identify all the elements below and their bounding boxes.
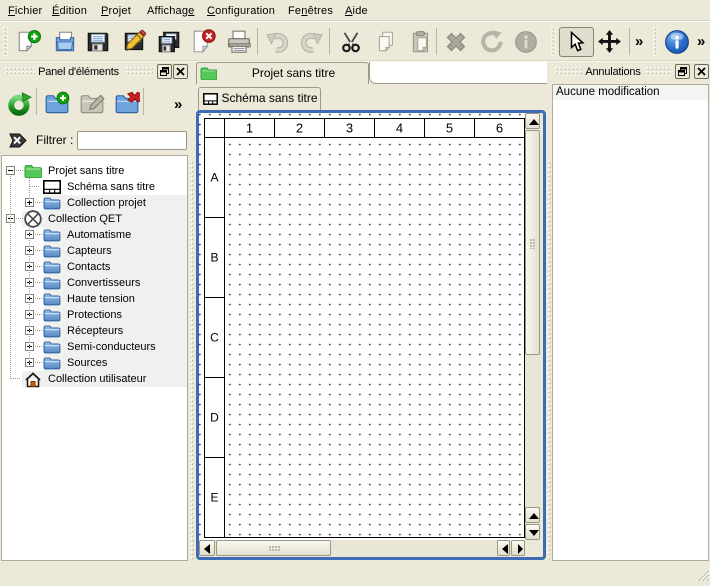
svg-text:2: 2: [296, 121, 303, 136]
svg-text:1: 1: [246, 121, 253, 136]
svg-text:B: B: [210, 251, 218, 265]
svg-text:C: C: [210, 331, 219, 345]
svg-text:D: D: [210, 411, 219, 425]
svg-text:3: 3: [346, 121, 353, 136]
svg-text:6: 6: [496, 121, 503, 136]
svg-text:A: A: [210, 171, 218, 185]
svg-text:4: 4: [396, 121, 403, 136]
svg-text:5: 5: [446, 121, 453, 136]
svg-text:E: E: [210, 491, 218, 505]
